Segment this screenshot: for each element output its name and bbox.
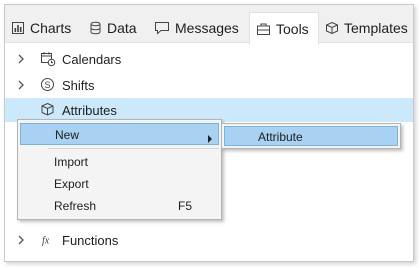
- tab-messages[interactable]: Messages: [154, 12, 239, 43]
- tree-item-label: Calendars: [62, 52, 122, 67]
- shortcut-label: F5: [178, 199, 193, 213]
- tab-templates[interactable]: Templates: [325, 12, 408, 43]
- chevron-right-icon[interactable]: [17, 234, 25, 249]
- database-icon: [89, 21, 102, 35]
- tab-label: Charts: [30, 19, 72, 36]
- tab-data[interactable]: Data: [89, 12, 137, 43]
- menu-item-label: Import: [54, 155, 89, 169]
- submenu-item-label: Attribute: [258, 130, 303, 144]
- tab-label: Data: [107, 19, 137, 36]
- toolbox-icon: [256, 22, 271, 36]
- tab-charts[interactable]: Charts: [11, 12, 71, 43]
- context-menu: New Import Export Refresh F5: [17, 119, 222, 220]
- tab-bar: Charts Data Messages Tools Templates: [5, 5, 413, 44]
- circled-s-icon: S: [40, 77, 56, 96]
- chevron-right-icon[interactable]: [17, 79, 25, 94]
- tab-label: Tools: [276, 20, 309, 37]
- chat-bubble-icon: [154, 21, 170, 35]
- cube-icon: [325, 21, 339, 35]
- menu-item-import[interactable]: Import: [20, 151, 219, 173]
- menu-item-refresh[interactable]: Refresh F5: [20, 195, 219, 217]
- menu-item-label: Export: [54, 177, 89, 191]
- tab-label: Messages: [175, 19, 239, 36]
- svg-text:S: S: [44, 80, 50, 90]
- menu-item-new[interactable]: New: [20, 123, 219, 145]
- tree-item-label: Functions: [62, 233, 119, 248]
- menu-item-label: Refresh: [54, 199, 97, 213]
- tree-item-shifts[interactable]: S Shifts: [5, 73, 413, 97]
- tree-item-label: Attributes: [62, 103, 117, 118]
- fx-icon: fx: [40, 232, 56, 251]
- svg-text:fx: fx: [42, 236, 50, 247]
- tab-tools[interactable]: Tools: [249, 12, 319, 44]
- menu-separator: [48, 148, 219, 149]
- tree-item-label: Shifts: [62, 78, 95, 93]
- submenu-item-attribute[interactable]: Attribute: [224, 126, 398, 146]
- menu-item-export[interactable]: Export: [20, 173, 219, 195]
- tree-item-calendars[interactable]: Calendars: [5, 47, 413, 71]
- bar-chart-icon: [11, 21, 25, 35]
- calendar-clock-icon: [40, 51, 56, 70]
- tab-label: Templates: [344, 19, 408, 36]
- tree-item-functions[interactable]: fx Functions: [5, 228, 413, 252]
- chevron-right-icon[interactable]: [17, 53, 25, 68]
- new-submenu: Attribute: [221, 123, 401, 149]
- menu-item-label: New: [55, 128, 80, 142]
- submenu-arrow-icon: [207, 131, 213, 146]
